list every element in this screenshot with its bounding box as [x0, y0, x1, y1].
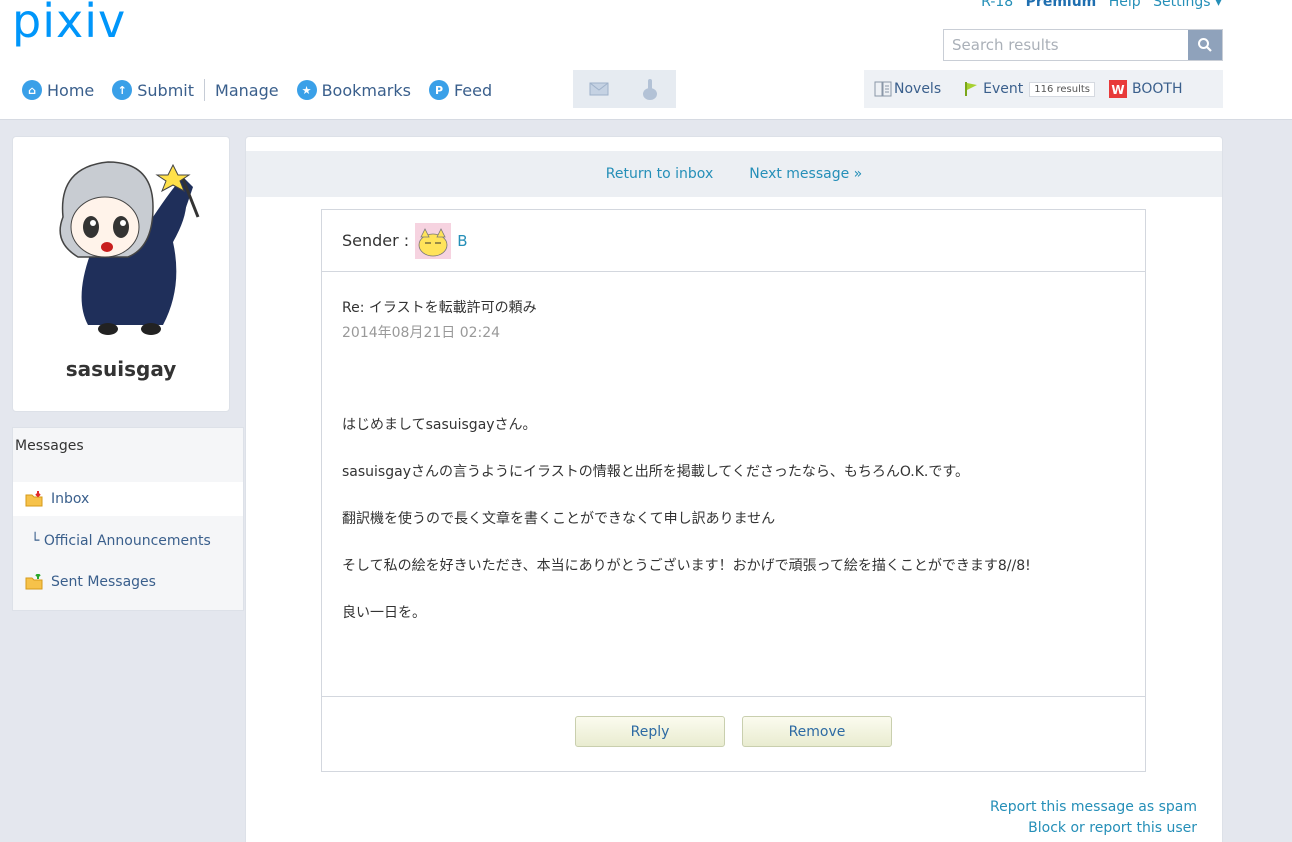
nav-feed-label: Feed — [453, 80, 493, 100]
report-spam-link[interactable]: Report this message as spam — [990, 797, 1197, 818]
nav-manage-label: Manage — [215, 80, 279, 100]
search-button[interactable] — [1188, 30, 1222, 60]
nav-bookmarks[interactable]: ★ Bookmarks — [296, 80, 411, 100]
svg-text:W: W — [1111, 83, 1124, 97]
message-box: Sender : B Re: イラストを転載許可の頼み 2014年08月21日 … — [321, 209, 1146, 772]
message-body-line: はじめましてsasuisgayさん。 — [342, 417, 537, 433]
premium-link[interactable]: Premium — [1026, 0, 1097, 10]
sidebar-item-label: └ Official Announcements — [31, 533, 211, 549]
sidebar-item-inbox[interactable]: Inbox — [13, 482, 243, 516]
message-main-panel: Return to inbox Next message » Sender : … — [245, 136, 1223, 842]
settings-link[interactable]: Settings ▾ — [1153, 0, 1222, 10]
messages-title: Messages — [15, 438, 84, 454]
search-box — [943, 29, 1223, 61]
search-input[interactable] — [944, 30, 1189, 60]
sidebar-item-official-announcements[interactable]: └ Official Announcements — [13, 524, 243, 558]
nav-manage[interactable]: Manage — [215, 81, 279, 100]
search-icon — [1198, 38, 1212, 52]
user-avatar[interactable] — [33, 147, 213, 337]
message-date: 2014年08月21日 02:24 — [342, 325, 501, 341]
nav-submit-label: Submit — [137, 80, 195, 100]
sender-name-link[interactable]: B — [457, 232, 467, 250]
message-subject: Re: イラストを転載許可の頼み — [342, 300, 537, 316]
nav-home-label: Home — [47, 80, 95, 100]
return-to-inbox-link[interactable]: Return to inbox — [606, 166, 713, 182]
message-body-line: 翻訳機を使うので長く文章を書くことができなくて申し訳ありません — [342, 511, 776, 527]
messages-sidebar: Messages Inbox └ Official Announcements … — [12, 427, 244, 611]
booth-link[interactable]: BOOTH — [1132, 81, 1182, 97]
star-icon: ★ — [296, 80, 317, 100]
notification-buttons — [573, 70, 676, 108]
message-actions: Reply Remove — [322, 696, 1145, 772]
novels-link[interactable]: Novels — [894, 81, 941, 97]
pixiv-logo[interactable]: pixiv — [12, 0, 126, 48]
novels-icon — [874, 81, 892, 97]
nav-divider — [204, 79, 206, 101]
help-link[interactable]: Help — [1109, 0, 1141, 10]
notification-hand-icon[interactable] — [640, 77, 660, 101]
message-body-line: 良い一日を。 — [342, 605, 426, 621]
sender-row: Sender : B — [322, 210, 1145, 272]
reply-button[interactable]: Reply — [575, 716, 725, 747]
block-user-link[interactable]: Block or report this user — [990, 818, 1197, 839]
sidebar-item-label: Sent Messages — [51, 574, 156, 590]
username[interactable]: sasuisgay — [13, 357, 229, 381]
profile-card: sasuisgay — [12, 136, 230, 412]
booth-icon: W — [1109, 80, 1128, 98]
mail-icon[interactable] — [589, 82, 609, 96]
message-body-line: sasuisgayさんの言うようにイラストの情報と出所を掲載してくださったなら、… — [342, 464, 969, 480]
external-links: Novels Event 116 results W BOOTH — [864, 70, 1223, 108]
event-link[interactable]: Event — [983, 81, 1023, 97]
inbox-folder-icon — [25, 491, 43, 507]
r18-link[interactable]: R-18 — [981, 0, 1013, 10]
report-links: Report this message as spam Block or rep… — [990, 797, 1197, 839]
nav-feed[interactable]: P Feed — [428, 80, 493, 100]
flag-icon — [965, 82, 978, 96]
event-count-badge: 116 results — [1029, 81, 1096, 97]
nav-home[interactable]: ⌂ Home — [22, 80, 94, 100]
sidebar-item-label: Inbox — [51, 491, 90, 507]
message-body-line: そして私の絵を好きいただき、本当にありがとうございます！おかげで頑張って絵を描く… — [342, 558, 1031, 574]
sent-folder-icon — [25, 574, 43, 590]
sender-avatar[interactable] — [415, 222, 452, 259]
sidebar-item-sent-messages[interactable]: Sent Messages — [13, 565, 243, 599]
header: pixiv R-18 Premium Help Settings ▾ ⌂ Hom… — [0, 0, 1292, 120]
sender-label: Sender : — [342, 231, 410, 250]
message-navigation: Return to inbox Next message » — [246, 151, 1222, 197]
upload-icon: ↑ — [112, 80, 133, 100]
nav-submit[interactable]: ↑ Submit — [112, 80, 194, 100]
nav-bookmarks-label: Bookmarks — [321, 80, 411, 100]
remove-button[interactable]: Remove — [742, 716, 892, 747]
next-message-link[interactable]: Next message » — [749, 166, 862, 182]
main-nav: ⌂ Home ↑ Submit Manage ★ Bookmarks P Fee… — [22, 76, 510, 104]
home-icon: ⌂ — [22, 80, 42, 100]
feed-icon: P — [428, 80, 449, 100]
top-links: R-18 Premium Help Settings ▾ — [973, 0, 1222, 10]
